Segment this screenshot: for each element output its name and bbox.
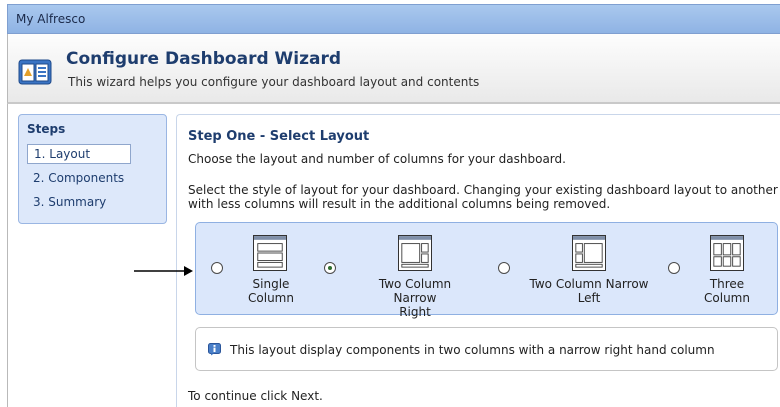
single-column-label: Single Column xyxy=(236,277,306,305)
layout-option-two-column-narrow-left[interactable]: Two Column Narrow Left xyxy=(496,223,666,316)
three-column-radio[interactable] xyxy=(668,262,680,274)
single-column-layout-icon xyxy=(253,235,287,271)
step-summary[interactable]: 3. Summary xyxy=(27,193,106,211)
two-column-narrow-right-label-line1: Two Column Narrow xyxy=(378,277,452,305)
wizard-header: Configure Dashboard Wizard This wizard h… xyxy=(7,34,780,104)
layout-info-text: This layout display components in two co… xyxy=(230,343,715,357)
wizard-title: Configure Dashboard Wizard xyxy=(66,49,342,69)
step-heading: Step One - Select Layout xyxy=(188,129,370,144)
app-title: My Alfresco xyxy=(16,12,86,26)
three-column-label-line1: Three xyxy=(709,277,745,291)
three-column-label-line2: Column xyxy=(704,291,750,305)
pointer-arrow-icon xyxy=(134,266,193,276)
dashboard-wizard-icon xyxy=(18,59,52,85)
layout-info-box: This layout display components in two co… xyxy=(195,327,778,371)
layout-description: Select the style of layout for your dash… xyxy=(188,183,778,211)
main-content: Step One - Select Layout Choose the layo… xyxy=(176,114,780,407)
two-column-narrow-right-label: Two Column Narrow Right xyxy=(356,277,474,319)
app-title-bar: My Alfresco xyxy=(7,4,780,34)
single-column-label-line2: Column xyxy=(248,291,294,305)
layout-options: Single Column Two Column Narrow Right Tw… xyxy=(195,222,779,319)
steps-panel: Steps 1. Layout 2. Components 3. Summary xyxy=(18,114,167,224)
three-column-layout-icon xyxy=(710,235,744,271)
three-column-label: Three Column xyxy=(698,277,756,305)
two-column-narrow-left-label-line2: Left xyxy=(577,291,601,305)
frame-border xyxy=(7,104,8,407)
step-components[interactable]: 2. Components xyxy=(27,169,124,187)
layout-option-three-column[interactable]: Three Column xyxy=(666,223,779,316)
step-layout[interactable]: 1. Layout xyxy=(27,144,131,164)
two-column-narrow-left-label: Two Column Narrow Left xyxy=(528,277,650,305)
two-column-narrow-right-label-line2: Right xyxy=(399,305,431,319)
two-column-narrow-right-layout-icon xyxy=(398,235,432,271)
wizard-subtitle: This wizard helps you configure your das… xyxy=(68,75,480,89)
two-column-narrow-left-radio[interactable] xyxy=(498,262,510,274)
single-column-radio[interactable] xyxy=(211,262,223,274)
two-column-narrow-right-radio[interactable] xyxy=(324,262,336,274)
single-column-label-line1: Single xyxy=(252,277,290,291)
step-subheading: Choose the layout and number of columns … xyxy=(188,152,566,166)
two-column-narrow-left-layout-icon xyxy=(572,235,606,271)
steps-title: Steps xyxy=(27,122,66,136)
two-column-narrow-left-label-line1: Two Column Narrow xyxy=(529,277,649,291)
info-icon xyxy=(208,343,221,356)
layout-option-two-column-narrow-right[interactable]: Two Column Narrow Right xyxy=(316,223,486,319)
continue-hint: To continue click Next. xyxy=(188,389,323,403)
